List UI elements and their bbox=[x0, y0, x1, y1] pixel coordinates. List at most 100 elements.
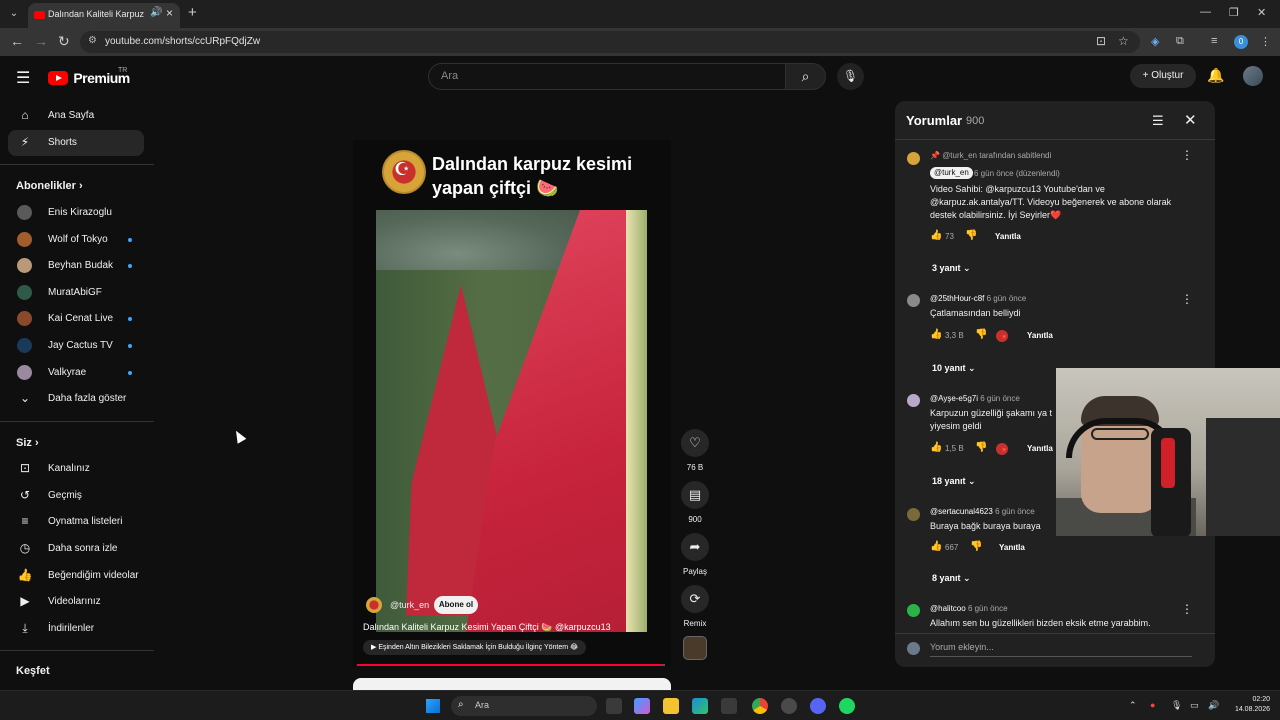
remix-button[interactable]: ⟳ bbox=[681, 585, 709, 613]
microphone-icon[interactable]: 🎙 bbox=[1171, 700, 1182, 711]
extensions-puzzle-icon[interactable]: ⧉ bbox=[1176, 35, 1184, 48]
tab-close-icon[interactable]: × bbox=[166, 6, 173, 20]
like-button[interactable]: ♡ bbox=[681, 429, 709, 457]
sidebar-item-your-videos[interactable]: ▶ Videolarınız bbox=[8, 589, 144, 615]
subscription-item[interactable]: Wolf of Tokyo bbox=[8, 227, 144, 253]
browser-menu-icon[interactable]: ⋮ bbox=[1260, 35, 1271, 48]
create-button[interactable]: + Oluştur bbox=[1130, 64, 1196, 88]
windows-start-icon[interactable] bbox=[426, 699, 440, 713]
sidebar-item-shorts[interactable]: ⚡ Shorts bbox=[8, 130, 144, 156]
avatar[interactable] bbox=[907, 508, 920, 521]
search-input[interactable]: Ara bbox=[428, 63, 786, 90]
taskbar-search[interactable]: ⌕ Ara bbox=[451, 696, 597, 716]
sidebar-item-playlists[interactable]: ≡ Oynatma listeleri bbox=[8, 509, 144, 535]
reply-button[interactable]: Yanıtla bbox=[1027, 444, 1053, 453]
subscription-item[interactable]: Enis Kirazoglu bbox=[8, 200, 144, 226]
copilot-icon[interactable] bbox=[634, 698, 650, 714]
replies-toggle[interactable]: 18 yanıt ⌄ bbox=[932, 476, 976, 487]
store-icon[interactable] bbox=[721, 698, 737, 714]
edge-icon[interactable] bbox=[692, 698, 708, 714]
avatar[interactable] bbox=[907, 152, 920, 165]
minimize-button[interactable]: — bbox=[1200, 6, 1211, 18]
share-button[interactable]: ➦ bbox=[681, 533, 709, 561]
sidebar-item-your-channel[interactable]: ⊡ Kanalınız bbox=[8, 456, 144, 482]
steam-icon[interactable] bbox=[781, 698, 797, 714]
chrome-icon[interactable] bbox=[752, 698, 768, 714]
window-close-button[interactable]: ✕ bbox=[1257, 6, 1266, 19]
account-avatar[interactable] bbox=[1243, 66, 1263, 86]
like-icon[interactable]: 👍 bbox=[930, 541, 942, 552]
site-info-icon[interactable]: ⚙ bbox=[88, 35, 97, 46]
comments-button[interactable]: ▤ bbox=[681, 481, 709, 509]
dislike-icon[interactable]: 👎 bbox=[965, 230, 977, 241]
discord-icon[interactable] bbox=[810, 698, 826, 714]
media-control-icon[interactable]: ≡ bbox=[1211, 35, 1217, 47]
install-app-icon[interactable]: ⊡ bbox=[1096, 34, 1106, 48]
subscriptions-header[interactable]: Abonelikler › bbox=[16, 180, 83, 192]
browser-tab[interactable]: Dalından Kaliteli Karpuz Ke 🔊 × bbox=[28, 3, 180, 28]
sidebar-item-liked-videos[interactable]: 👍 Beğendiğim videolar bbox=[8, 563, 144, 589]
sidebar-item-watch-later[interactable]: ◷ Daha sonra izle bbox=[8, 536, 144, 562]
related-video-chip[interactable]: ▶ Eşinden Altın Bilezikleri Saklamak İçi… bbox=[363, 640, 587, 655]
you-header[interactable]: Siz › bbox=[16, 437, 39, 449]
add-comment-input[interactable]: Yorum ekleyin... bbox=[930, 641, 1192, 657]
reply-button[interactable]: Yanıtla bbox=[1027, 331, 1053, 340]
like-icon[interactable]: 👍 bbox=[930, 230, 942, 241]
voice-search-icon[interactable]: 🎙 bbox=[837, 63, 864, 90]
author-badge[interactable]: @turk_en bbox=[930, 167, 973, 179]
reload-icon[interactable]: ↻ bbox=[58, 33, 70, 50]
subscription-item[interactable]: Kai Cenat Live bbox=[8, 306, 144, 332]
subscription-item[interactable]: Jay Cactus TV bbox=[8, 333, 144, 359]
reply-button[interactable]: Yanıtla bbox=[995, 232, 1021, 241]
tray-chevron-icon[interactable]: ⌃ bbox=[1129, 700, 1137, 711]
subscription-item[interactable]: Valkyrae bbox=[8, 360, 144, 386]
avatar[interactable] bbox=[907, 604, 920, 617]
reply-button[interactable]: Yanıtla bbox=[999, 543, 1025, 552]
show-more-button[interactable]: ⌄ Daha fazla göster bbox=[8, 386, 144, 412]
channel-avatar[interactable] bbox=[366, 597, 382, 613]
next-short-preview[interactable] bbox=[353, 678, 671, 690]
like-icon[interactable]: 👍 bbox=[930, 442, 942, 453]
network-icon[interactable]: ▭ bbox=[1190, 700, 1199, 711]
dislike-icon[interactable]: 👎 bbox=[975, 442, 987, 453]
url-text[interactable]: youtube.com/shorts/ccURpFQdjZw bbox=[105, 36, 260, 47]
tab-search-icon[interactable]: ⌄ bbox=[6, 6, 22, 22]
more-options-icon[interactable]: ⋮ bbox=[1181, 148, 1193, 162]
subscription-item[interactable]: Beyhan Budak bbox=[8, 253, 144, 279]
forward-icon[interactable]: → bbox=[34, 33, 48, 49]
avatar[interactable] bbox=[907, 394, 920, 407]
sidebar-item-home[interactable]: ⌂ Ana Sayfa bbox=[8, 103, 144, 129]
volume-icon[interactable]: 🔊 bbox=[1208, 700, 1219, 711]
new-tab-button[interactable]: + bbox=[188, 4, 197, 21]
dislike-icon[interactable]: 👎 bbox=[975, 329, 987, 340]
restore-button[interactable]: ❐ bbox=[1229, 6, 1239, 19]
replies-toggle[interactable]: 8 yanıt ⌄ bbox=[932, 573, 971, 584]
back-icon[interactable]: ← bbox=[10, 33, 24, 49]
search-button[interactable]: ⌕ bbox=[786, 63, 826, 90]
sound-thumbnail[interactable] bbox=[683, 636, 707, 660]
notifications-bell-icon[interactable]: 🔔 bbox=[1207, 67, 1224, 84]
browser-profile-avatar[interactable]: 0 bbox=[1234, 35, 1248, 49]
channel-name[interactable]: @turk_en bbox=[390, 600, 429, 610]
short-description[interactable]: Dalından Kaliteli Karpuz Kesimi Yapan Çi… bbox=[363, 622, 663, 633]
guide-menu-icon[interactable]: ☰ bbox=[16, 68, 30, 88]
sidebar-item-downloads[interactable]: ⤓ İndirilenler bbox=[8, 616, 144, 642]
like-icon[interactable]: 👍 bbox=[930, 329, 942, 340]
subscribe-button[interactable]: Abone ol bbox=[434, 596, 478, 614]
clock[interactable]: 02:20 14.08.2026 bbox=[1226, 695, 1270, 715]
file-explorer-icon[interactable] bbox=[663, 698, 679, 714]
bookmark-star-icon[interactable]: ☆ bbox=[1118, 34, 1129, 48]
dislike-icon[interactable]: 👎 bbox=[970, 541, 982, 552]
spotify-icon[interactable] bbox=[839, 698, 855, 714]
extension-icon[interactable]: ◈ bbox=[1151, 35, 1159, 48]
tray-app-icon[interactable]: ● bbox=[1150, 700, 1155, 710]
close-icon[interactable]: ✕ bbox=[1184, 111, 1197, 129]
sidebar-item-history[interactable]: ↺ Geçmiş bbox=[8, 483, 144, 509]
url-box[interactable]: ⚙ youtube.com/shorts/ccURpFQdjZw ⊡ ☆ bbox=[80, 31, 1140, 53]
task-view-icon[interactable] bbox=[606, 698, 622, 714]
more-options-icon[interactable]: ⋮ bbox=[1181, 602, 1193, 616]
replies-toggle[interactable]: 10 yanıt ⌄ bbox=[932, 363, 976, 374]
more-options-icon[interactable]: ⋮ bbox=[1181, 292, 1193, 306]
progress-bar[interactable] bbox=[357, 664, 665, 666]
audio-icon[interactable]: 🔊 bbox=[150, 7, 162, 18]
